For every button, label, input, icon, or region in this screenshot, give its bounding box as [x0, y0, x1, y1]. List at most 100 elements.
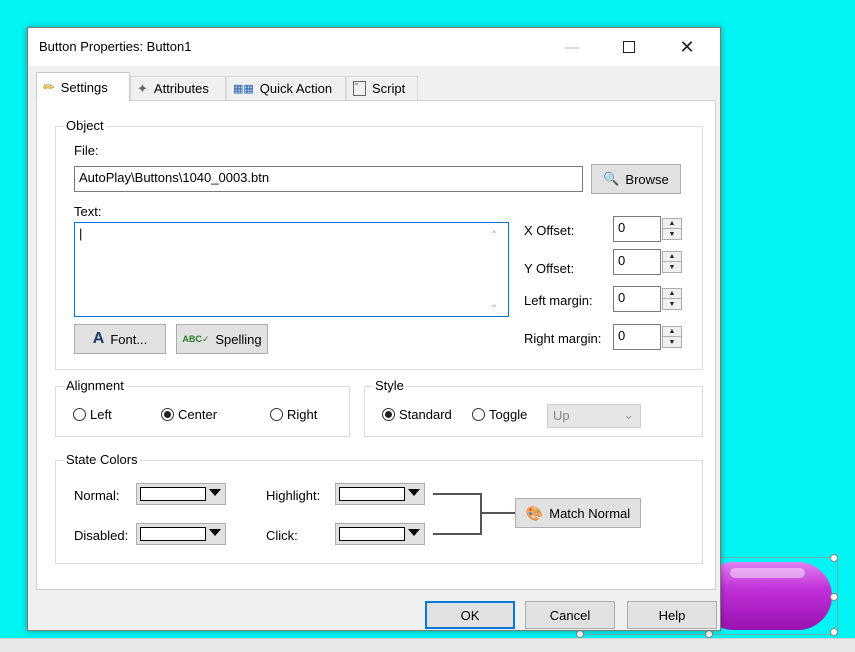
click-label: Click: — [266, 528, 298, 543]
wand-icon: ✦ — [137, 80, 148, 96]
dropdown-arrow-icon — [408, 529, 420, 536]
minimize-icon: — — [564, 38, 580, 56]
color-swatch — [339, 527, 405, 541]
bottom-strip — [0, 638, 855, 652]
tab-quick-action[interactable]: ▦▦ Quick Action — [226, 76, 346, 100]
align-left-radio[interactable]: Left — [73, 407, 112, 422]
maximize-button[interactable] — [606, 28, 652, 66]
file-field[interactable]: AutoPlay\Buttons\1040_0003.btn — [74, 166, 583, 192]
spin-down-icon[interactable]: ▼ — [663, 262, 681, 272]
tab-label: Settings — [60, 79, 108, 95]
file-label: File: — [74, 143, 99, 158]
tab-settings[interactable]: ✏ Settings — [36, 72, 130, 101]
resize-handle[interactable] — [576, 630, 584, 638]
click-color-picker[interactable] — [335, 523, 425, 545]
tab-attributes[interactable]: ✦ Attributes — [130, 76, 226, 100]
dropdown-arrow-icon — [209, 529, 221, 536]
spin-up-icon[interactable]: ▲ — [663, 219, 681, 229]
highlight-color-picker[interactable] — [335, 483, 425, 505]
left-margin-spinner[interactable]: ▲ ▼ — [662, 288, 682, 310]
y-offset-field[interactable]: 0 — [613, 249, 661, 275]
style-toggle-radio[interactable]: Toggle — [472, 407, 527, 422]
radio-circle — [270, 408, 283, 421]
ok-button[interactable]: OK — [425, 601, 515, 629]
spin-down-icon[interactable]: ▼ — [663, 229, 681, 239]
tab-script[interactable]: ≡ Script — [346, 76, 418, 100]
color-swatch — [339, 487, 405, 501]
dropdown-arrow-icon — [209, 489, 221, 496]
spin-up-icon[interactable]: ▲ — [663, 327, 681, 337]
normal-color-picker[interactable] — [136, 483, 226, 505]
text-area[interactable]: | — [74, 222, 509, 317]
radio-label: Right — [287, 407, 318, 422]
style-standard-radio[interactable]: Standard — [382, 407, 452, 422]
radio-circle — [382, 408, 395, 421]
right-margin-field[interactable]: 0 — [613, 324, 661, 350]
help-button[interactable]: Help — [627, 601, 717, 629]
y-offset-label: Y Offset: — [524, 261, 575, 276]
x-offset-field[interactable]: 0 — [613, 216, 661, 242]
button-properties-dialog: Button Properties: Button1 — ✕ ✏ Setting… — [27, 27, 721, 631]
spelling-button[interactable]: ABC✓ Spelling — [176, 324, 268, 354]
align-center-radio[interactable]: Center — [161, 407, 217, 422]
state-colors-group: State Colors Normal: Disabled: Highlight… — [55, 452, 703, 564]
spin-down-icon[interactable]: ▼ — [663, 299, 681, 309]
browse-button[interactable]: 🔍 Browse — [591, 164, 681, 194]
window-title: Button Properties: Button1 — [39, 39, 192, 54]
spellcheck-icon: ABC✓ — [182, 333, 210, 344]
select-value: Up — [553, 408, 570, 423]
radio-circle — [472, 408, 485, 421]
radio-label: Toggle — [489, 407, 528, 422]
group-label: State Colors — [64, 452, 140, 467]
alignment-group: Alignment Left Center Right — [55, 378, 350, 437]
align-right-radio[interactable]: Right — [270, 407, 317, 422]
toggle-state-select[interactable]: Up ⌄ — [547, 404, 641, 428]
radio-circle — [73, 408, 86, 421]
script-icon: ≡ — [353, 80, 366, 96]
minimize-button[interactable]: — — [549, 28, 595, 66]
right-margin-label: Right margin: — [524, 331, 602, 346]
flow-icon: ▦▦ — [233, 83, 254, 95]
spin-up-icon[interactable]: ▲ — [663, 289, 681, 299]
connector-line — [480, 493, 482, 535]
tab-label: Quick Action — [259, 81, 333, 96]
connector-line — [433, 493, 481, 495]
resize-handle[interactable] — [830, 554, 838, 562]
folder-search-icon: 🔍 — [603, 171, 620, 186]
right-margin-spinner[interactable]: ▲ ▼ — [662, 326, 682, 348]
group-label: Object — [64, 118, 106, 133]
resize-handle[interactable] — [830, 593, 838, 601]
color-swatch — [140, 527, 206, 541]
font-icon: A — [92, 330, 105, 347]
disabled-color-picker[interactable] — [136, 523, 226, 545]
cancel-button[interactable]: Cancel — [525, 601, 615, 629]
left-margin-field[interactable]: 0 — [613, 286, 661, 312]
group-label: Alignment — [64, 378, 126, 393]
radio-label: Left — [90, 407, 112, 422]
connector-line — [481, 512, 515, 514]
disabled-label: Disabled: — [74, 528, 129, 543]
chevron-down-icon: ⌄ — [623, 407, 634, 422]
scroll-down-icon[interactable]: ⌄ — [490, 299, 498, 310]
spin-up-icon[interactable]: ▲ — [663, 252, 681, 262]
button-label: Match Normal — [549, 505, 631, 521]
button-label: Spelling — [215, 331, 262, 347]
button-shine — [730, 568, 805, 578]
group-label: Style — [373, 378, 406, 393]
resize-handle[interactable] — [830, 628, 838, 636]
close-button[interactable]: ✕ — [664, 28, 710, 66]
font-button[interactable]: A Font... — [74, 324, 166, 354]
resize-handle[interactable] — [705, 630, 713, 638]
y-offset-spinner[interactable]: ▲ ▼ — [662, 251, 682, 273]
x-offset-label: X Offset: — [524, 223, 575, 238]
text-cursor: | — [79, 226, 83, 241]
radio-circle — [161, 408, 174, 421]
button-label: Browse — [625, 171, 669, 187]
scroll-up-icon[interactable]: ⌃ — [490, 230, 498, 241]
pencil-icon: ✏ — [43, 78, 55, 95]
x-offset-spinner[interactable]: ▲ ▼ — [662, 218, 682, 240]
maximize-icon — [623, 41, 635, 53]
palette-icon: 🎨 — [525, 504, 544, 521]
match-normal-button[interactable]: 🎨 Match Normal — [515, 498, 641, 528]
spin-down-icon[interactable]: ▼ — [663, 337, 681, 347]
